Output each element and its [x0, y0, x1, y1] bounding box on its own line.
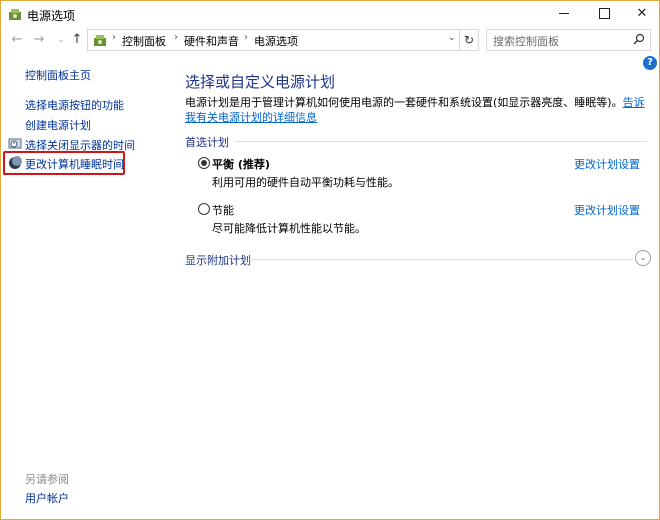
page-title: 选择或自定义电源计划	[185, 73, 336, 91]
back-button[interactable]: ←	[9, 31, 25, 49]
maximize-button[interactable]	[585, 1, 623, 27]
sidebar-item-sleep-time[interactable]: 更改计算机睡眠时间	[25, 156, 124, 172]
moon-sleep-icon	[9, 156, 22, 169]
breadcrumb-power-options[interactable]: 电源选项	[254, 33, 298, 49]
window-title: 电源选项	[27, 9, 76, 23]
plan-power-saver-settings-link[interactable]: 更改计划设置	[574, 202, 640, 218]
breadcrumb-hardware-sound[interactable]: 硬件和声音	[184, 33, 239, 49]
plan-balanced-settings-link[interactable]: 更改计划设置	[574, 156, 640, 172]
search-icon	[633, 33, 645, 45]
breadcrumb-control-panel[interactable]: 控制面板	[122, 33, 166, 49]
see-also-label: 另请参阅	[25, 473, 69, 486]
plan-balanced-desc: 利用可用的硬件自动平衡功耗与性能。	[212, 176, 399, 189]
chevron-down-icon[interactable]: ⌄	[448, 33, 456, 43]
up-button[interactable]: ↑	[69, 31, 85, 49]
plan-balanced-radio[interactable]	[198, 157, 210, 169]
maximize-icon	[598, 8, 610, 19]
monitor-clock-icon	[8, 138, 22, 149]
sidebar-item-power-buttons[interactable]: 选择电源按钮的功能	[25, 97, 124, 113]
divider	[249, 259, 633, 260]
plan-power-saver-radio[interactable]	[198, 203, 210, 215]
minimize-button[interactable]	[545, 1, 583, 27]
show-additional-plans-label[interactable]: 显示附加计划	[185, 252, 251, 268]
power-options-icon	[94, 35, 106, 46]
plan-power-saver-desc: 尽可能降低计算机性能以节能。	[212, 222, 366, 235]
navigation-bar: ← → ⌄ ↑ › 控制面板 › 硬件和声音 › 电源选项 ⌄ ↻ 搜索控制面板	[1, 29, 659, 51]
close-icon: ✕	[636, 6, 648, 21]
forward-button[interactable]: →	[31, 31, 47, 49]
expand-chevron-icon[interactable]: ⌄	[635, 250, 651, 266]
close-button[interactable]: ✕	[623, 1, 660, 27]
plan-power-saver-name[interactable]: 节能	[212, 202, 234, 218]
left-pane: 控制面板主页 选择电源按钮的功能 创建电源计划 选择关闭显示器的时间 更改计算机…	[1, 53, 161, 519]
address-bar[interactable]: › 控制面板 › 硬件和声音 › 电源选项 ⌄	[87, 29, 477, 51]
breadcrumb-separator: ›	[244, 32, 248, 43]
preferred-plans-label: 首选计划	[185, 136, 229, 149]
search-input[interactable]: 搜索控制面板	[486, 29, 651, 51]
divider	[235, 141, 647, 142]
search-placeholder: 搜索控制面板	[493, 35, 559, 48]
breadcrumb-separator: ›	[112, 32, 116, 43]
help-icon[interactable]: ?	[643, 56, 657, 70]
intro-description: 电源计划是用于管理计算机如何使用电源的一套硬件和系统设置(如显示器亮度、睡眠等)…	[185, 96, 623, 109]
radio-selected-dot	[201, 160, 207, 166]
title-bar: 电源选项 ✕	[1, 1, 659, 27]
intro-text: 电源计划是用于管理计算机如何使用电源的一套硬件和系统设置(如显示器亮度、睡眠等)…	[185, 95, 647, 125]
sidebar-item-control-panel-home[interactable]: 控制面板主页	[25, 67, 91, 83]
breadcrumb-separator: ›	[174, 32, 178, 43]
plan-balanced-name[interactable]: 平衡 (推荐)	[212, 156, 270, 172]
sidebar-item-create-plan[interactable]: 创建电源计划	[25, 117, 91, 133]
user-accounts-link[interactable]: 用户帐户	[25, 490, 69, 506]
recent-locations-button[interactable]: ⌄	[53, 31, 69, 49]
minimize-icon	[559, 13, 569, 14]
power-options-window: 电源选项 ✕ ← → ⌄ ↑ › 控制面板 › 硬件和声音 › 电源选项 ⌄ ↻…	[0, 0, 660, 520]
refresh-button[interactable]: ↻	[459, 29, 479, 51]
power-options-icon	[9, 9, 21, 20]
